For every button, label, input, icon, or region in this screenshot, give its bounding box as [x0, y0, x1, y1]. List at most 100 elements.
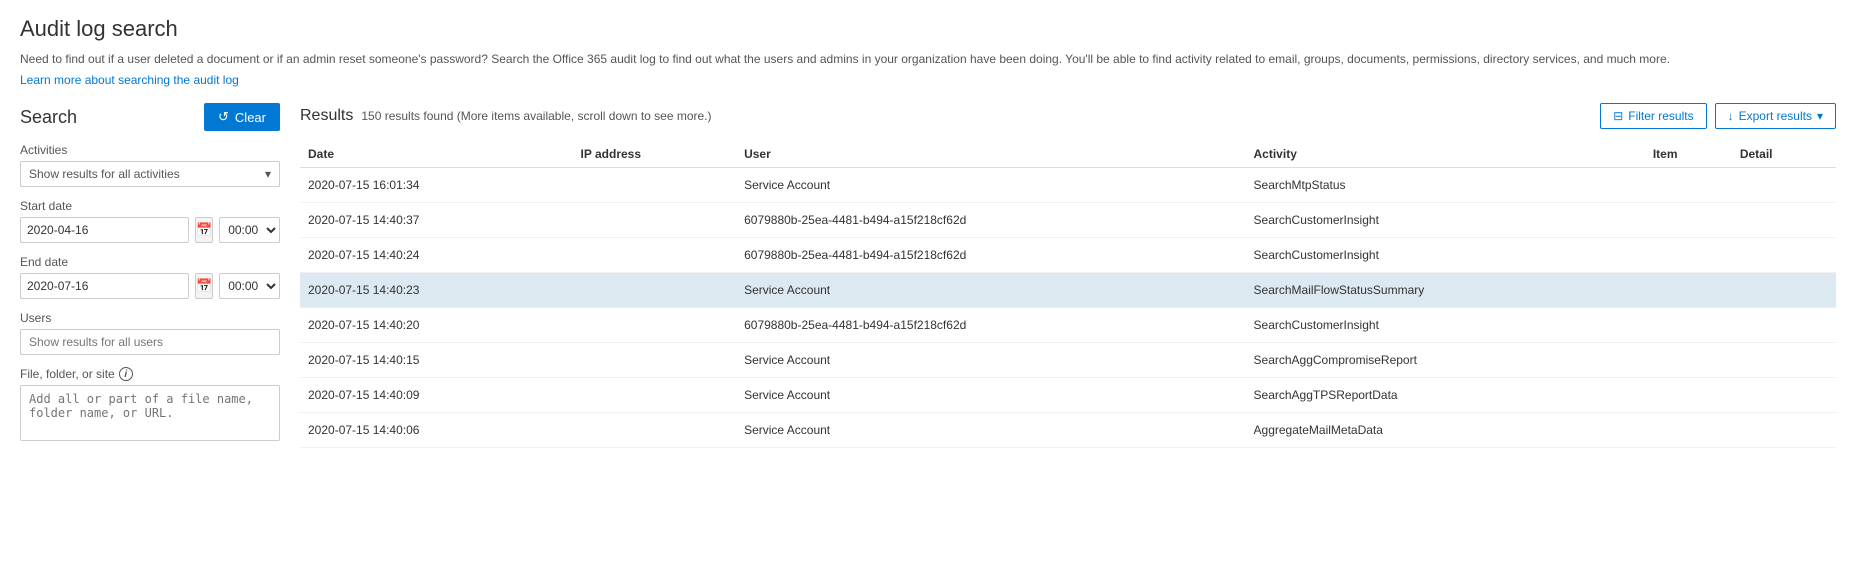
cell-date: 2020-07-15 14:40:15 [300, 343, 573, 378]
cell-user[interactable]: 6079880b-25ea-4481-b494-a15f218cf62d [736, 308, 1245, 343]
table-row[interactable]: 2020-07-15 14:40:376079880b-25ea-4481-b4… [300, 203, 1836, 238]
col-user: User [736, 141, 1245, 168]
cell-activity: SearchMtpStatus [1246, 168, 1645, 203]
cell-activity: SearchAggCompromiseReport [1246, 343, 1645, 378]
col-date: Date [300, 141, 573, 168]
cell-detail [1732, 343, 1836, 378]
cell-activity: SearchMailFlowStatusSummary [1246, 273, 1645, 308]
export-results-button[interactable]: ↓ Export results ▾ [1715, 103, 1836, 129]
results-header: Results 150 results found (More items av… [300, 103, 1836, 129]
table-row[interactable]: 2020-07-15 14:40:15 Service AccountSearch… [300, 343, 1836, 378]
cell-ip [573, 378, 737, 413]
table-body: 2020-07-15 16:01:34Service AccountSearch… [300, 168, 1836, 448]
cell-activity: SearchCustomerInsight [1246, 238, 1645, 273]
start-date-row: 📅 00:00 [20, 217, 280, 243]
table-row[interactable]: 2020-07-15 14:40:20 6079880b-25ea-4481-b4… [300, 308, 1836, 343]
table-row[interactable]: 2020-07-15 14:40:06 Service AccountAggreg… [300, 413, 1836, 448]
cell-date: 2020-07-15 14:40:20 [300, 308, 573, 343]
search-header: Search ↺ Clear [20, 103, 280, 131]
cell-activity: AggregateMailMetaData [1246, 413, 1645, 448]
file-folder-textarea[interactable] [20, 385, 280, 441]
users-input[interactable] [20, 329, 280, 355]
file-folder-label: File, folder, or site i [20, 367, 280, 381]
cell-user[interactable]: 6079880b-25ea-4481-b494-a15f218cf62d [736, 203, 1245, 238]
cell-item [1645, 378, 1732, 413]
end-time-select[interactable]: 00:00 [219, 273, 280, 299]
cell-ip [573, 203, 737, 238]
col-activity: Activity [1246, 141, 1645, 168]
cell-detail [1732, 413, 1836, 448]
download-icon: ↓ [1728, 109, 1734, 123]
cell-item [1645, 203, 1732, 238]
right-panel: Results 150 results found (More items av… [300, 103, 1836, 448]
table-header-row: Date IP address User Activity Item Detai… [300, 141, 1836, 168]
cell-detail [1732, 168, 1836, 203]
end-date-label: End date [20, 255, 280, 269]
col-detail: Detail [1732, 141, 1836, 168]
export-chevron-icon: ▾ [1817, 109, 1823, 123]
main-layout: Search ↺ Clear Activities Show results f… [20, 103, 1836, 448]
table-row[interactable]: 2020-07-15 14:40:23 Service AccountSearch… [300, 273, 1836, 308]
clear-icon: ↺ [218, 109, 229, 125]
cell-item [1645, 238, 1732, 273]
end-date-calendar-button[interactable]: 📅 [195, 273, 213, 299]
cell-ip [573, 308, 737, 343]
clear-button[interactable]: ↺ Clear [204, 103, 280, 131]
activities-value: Show results for all activities [29, 167, 180, 181]
activities-label: Activities [20, 143, 280, 157]
users-label: Users [20, 311, 280, 325]
cell-ip [573, 238, 737, 273]
cell-user[interactable]: Service Account [736, 413, 1245, 448]
filter-results-button[interactable]: ⊟ Filter results [1600, 103, 1706, 129]
file-folder-text: File, folder, or site [20, 367, 115, 381]
cell-item [1645, 343, 1732, 378]
calendar-icon: 📅 [196, 278, 212, 294]
cell-date: 2020-07-15 14:40:23 [300, 273, 573, 308]
cell-user[interactable]: Service Account [736, 378, 1245, 413]
cell-user[interactable]: Service Account [736, 343, 1245, 378]
search-label: Search [20, 107, 77, 128]
end-date-row: 📅 00:00 [20, 273, 280, 299]
cell-item [1645, 168, 1732, 203]
end-date-input[interactable] [20, 273, 189, 299]
table-row[interactable]: 2020-07-15 14:40:246079880b-25ea-4481-b4… [300, 238, 1836, 273]
start-time-select[interactable]: 00:00 [219, 217, 280, 243]
learn-more-link[interactable]: Learn more about searching the audit log [20, 73, 239, 87]
chevron-down-icon: ▾ [265, 167, 271, 181]
results-count: 150 results found (More items available,… [361, 109, 711, 123]
activities-dropdown[interactable]: Show results for all activities ▾ [20, 161, 280, 187]
cell-detail [1732, 273, 1836, 308]
left-panel: Search ↺ Clear Activities Show results f… [20, 103, 280, 448]
cell-item [1645, 273, 1732, 308]
results-actions: ⊟ Filter results ↓ Export results ▾ [1600, 103, 1836, 129]
cell-ip [573, 273, 737, 308]
table-row[interactable]: 2020-07-15 16:01:34Service AccountSearch… [300, 168, 1836, 203]
cell-user[interactable]: 6079880b-25ea-4481-b494-a15f218cf62d [736, 238, 1245, 273]
cell-activity: SearchCustomerInsight [1246, 203, 1645, 238]
start-date-label: Start date [20, 199, 280, 213]
cell-ip [573, 413, 737, 448]
results-title: Results 150 results found (More items av… [300, 107, 712, 125]
cell-user[interactable]: Service Account [736, 273, 1245, 308]
cell-activity: SearchCustomerInsight [1246, 308, 1645, 343]
table-row[interactable]: 2020-07-15 14:40:09Service AccountSearch… [300, 378, 1836, 413]
start-date-input[interactable] [20, 217, 189, 243]
start-date-calendar-button[interactable]: 📅 [195, 217, 213, 243]
cell-detail [1732, 203, 1836, 238]
page-title: Audit log search [20, 16, 1836, 42]
cell-detail [1732, 378, 1836, 413]
cell-date: 2020-07-15 14:40:06 [300, 413, 573, 448]
subtitle: Need to find out if a user deleted a doc… [20, 50, 1836, 68]
page-wrapper: Audit log search Need to find out if a u… [0, 0, 1856, 464]
info-icon[interactable]: i [119, 367, 133, 381]
clear-label: Clear [235, 110, 266, 125]
filter-icon: ⊟ [1613, 109, 1623, 123]
cell-item [1645, 308, 1732, 343]
cell-detail [1732, 308, 1836, 343]
cell-detail [1732, 238, 1836, 273]
cell-date: 2020-07-15 14:40:09 [300, 378, 573, 413]
table-head: Date IP address User Activity Item Detai… [300, 141, 1836, 168]
cell-ip [573, 343, 737, 378]
cell-user[interactable]: Service Account [736, 168, 1245, 203]
results-table: Date IP address User Activity Item Detai… [300, 141, 1836, 448]
